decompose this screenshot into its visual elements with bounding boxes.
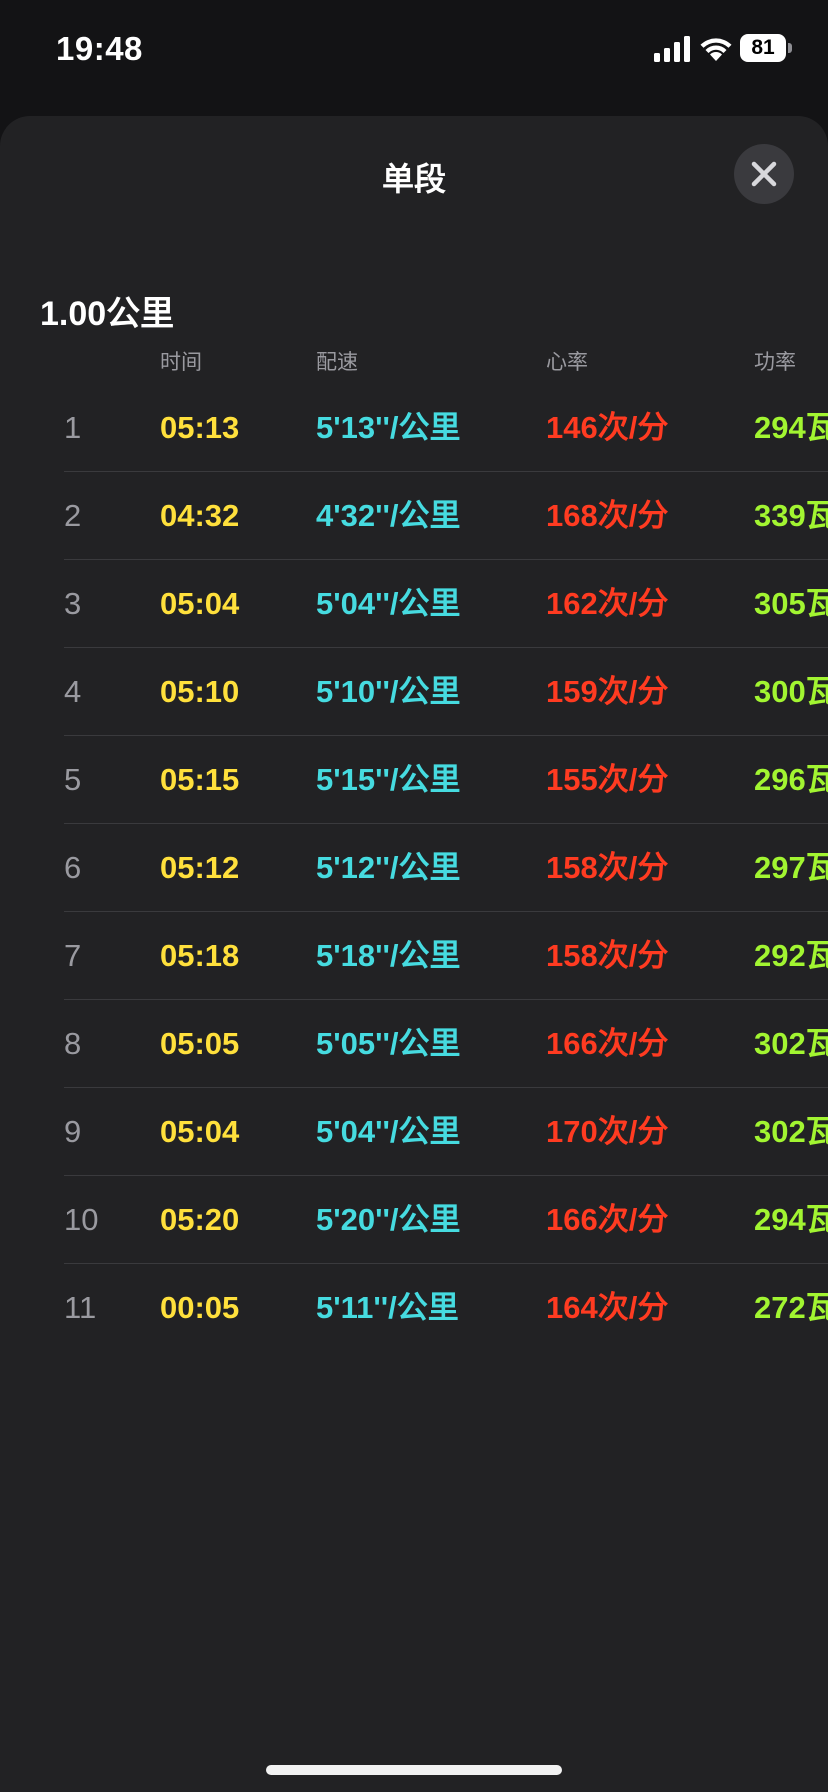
split-heart-rate: 159次/分 [546, 674, 669, 709]
split-power: 305瓦 [754, 586, 828, 621]
split-index: 9 [64, 1114, 82, 1149]
split-time: 00:05 [160, 1290, 240, 1325]
table-row: 1 05:13 5'13''/公里 146次/分 294瓦 [0, 384, 828, 472]
table-row: 3 05:04 5'04''/公里 162次/分 305瓦 [0, 560, 828, 648]
splits-table: 1 05:13 5'13''/公里 146次/分 294瓦 2 04:32 4'… [0, 384, 828, 1352]
split-power: 302瓦 [754, 1026, 828, 1061]
split-index: 7 [64, 938, 82, 973]
split-heart-rate: 166次/分 [546, 1026, 669, 1061]
split-heart-rate: 146次/分 [546, 410, 669, 445]
split-heart-rate: 168次/分 [546, 498, 669, 533]
split-pace: 5'11''/公里 [316, 1290, 459, 1325]
split-index: 5 [64, 762, 82, 797]
split-power: 339瓦 [754, 498, 828, 533]
table-row: 6 05:12 5'12''/公里 158次/分 297瓦 [0, 824, 828, 912]
table-row: 10 05:20 5'20''/公里 166次/分 294瓦 [0, 1176, 828, 1264]
split-heart-rate: 166次/分 [546, 1202, 669, 1237]
split-time: 05:05 [160, 1026, 240, 1061]
split-heart-rate: 158次/分 [546, 938, 669, 973]
cellular-signal-icon [654, 36, 690, 62]
split-index: 6 [64, 850, 82, 885]
split-power: 294瓦 [754, 410, 828, 445]
wifi-icon [700, 38, 732, 61]
split-power: 297瓦 [754, 850, 828, 885]
column-header-time: 时间 [160, 351, 202, 374]
split-time: 05:20 [160, 1202, 240, 1237]
split-time: 04:32 [160, 498, 240, 533]
split-pace: 5'05''/公里 [316, 1026, 461, 1061]
split-time: 05:04 [160, 586, 240, 621]
table-row: 7 05:18 5'18''/公里 158次/分 292瓦 [0, 912, 828, 1000]
close-button[interactable] [734, 144, 794, 204]
table-row: 8 05:05 5'05''/公里 166次/分 302瓦 [0, 1000, 828, 1088]
status-bar: 19:48 81 [0, 0, 828, 100]
split-power: 302瓦 [754, 1114, 828, 1149]
split-time: 05:13 [160, 410, 240, 445]
split-heart-rate: 164次/分 [546, 1290, 669, 1325]
status-time: 19:48 [56, 30, 143, 67]
battery-icon: 81 [740, 34, 792, 62]
split-time: 05:15 [160, 762, 240, 797]
table-row: 5 05:15 5'15''/公里 155次/分 296瓦 [0, 736, 828, 824]
split-power: 296瓦 [754, 762, 828, 797]
split-pace: 5'18''/公里 [316, 938, 461, 973]
split-pace: 5'04''/公里 [316, 1114, 461, 1149]
split-heart-rate: 158次/分 [546, 850, 669, 885]
split-index: 11 [64, 1290, 97, 1325]
column-header-power: 功率 [754, 351, 796, 374]
split-pace: 5'10''/公里 [316, 674, 461, 709]
split-time: 05:12 [160, 850, 240, 885]
split-index: 2 [64, 498, 82, 533]
split-index: 1 [64, 410, 82, 445]
sheet-title: 单段 [381, 161, 446, 197]
split-index: 10 [64, 1202, 99, 1237]
split-pace: 5'04''/公里 [316, 586, 461, 621]
split-time: 05:10 [160, 674, 240, 709]
split-pace: 5'12''/公里 [316, 850, 461, 885]
splits-sheet: 单段 1.00公里 时间 配速 心率 功率 1 05:13 5'13''/公里 … [0, 116, 828, 1792]
split-index: 8 [64, 1026, 82, 1061]
segment-distance-heading: 1.00公里 [40, 295, 175, 333]
split-heart-rate: 155次/分 [546, 762, 669, 797]
split-time: 05:04 [160, 1114, 240, 1149]
screen: 19:48 81 单段 1.00公里 时间 配速 心率 功率 1 05:13 5… [0, 0, 828, 1792]
split-index: 4 [64, 674, 82, 709]
close-icon [751, 161, 777, 187]
split-pace: 4'32''/公里 [316, 498, 461, 533]
split-power: 272瓦 [754, 1290, 828, 1325]
battery-level: 81 [751, 36, 775, 59]
column-header-pace: 配速 [316, 351, 358, 374]
table-row: 4 05:10 5'10''/公里 159次/分 300瓦 [0, 648, 828, 736]
split-time: 05:18 [160, 938, 240, 973]
split-index: 3 [64, 586, 82, 621]
split-power: 300瓦 [754, 674, 828, 709]
split-pace: 5'20''/公里 [316, 1202, 461, 1237]
table-row: 2 04:32 4'32''/公里 168次/分 339瓦 [0, 472, 828, 560]
column-header-heart-rate: 心率 [546, 351, 588, 374]
split-pace: 5'13''/公里 [316, 410, 461, 445]
split-pace: 5'15''/公里 [316, 762, 461, 797]
table-row: 11 00:05 5'11''/公里 164次/分 272瓦 [0, 1264, 828, 1352]
split-heart-rate: 162次/分 [546, 586, 669, 621]
split-power: 292瓦 [754, 938, 828, 973]
split-heart-rate: 170次/分 [546, 1114, 669, 1149]
table-row: 9 05:04 5'04''/公里 170次/分 302瓦 [0, 1088, 828, 1176]
home-indicator[interactable] [266, 1765, 562, 1775]
split-power: 294瓦 [754, 1202, 828, 1237]
